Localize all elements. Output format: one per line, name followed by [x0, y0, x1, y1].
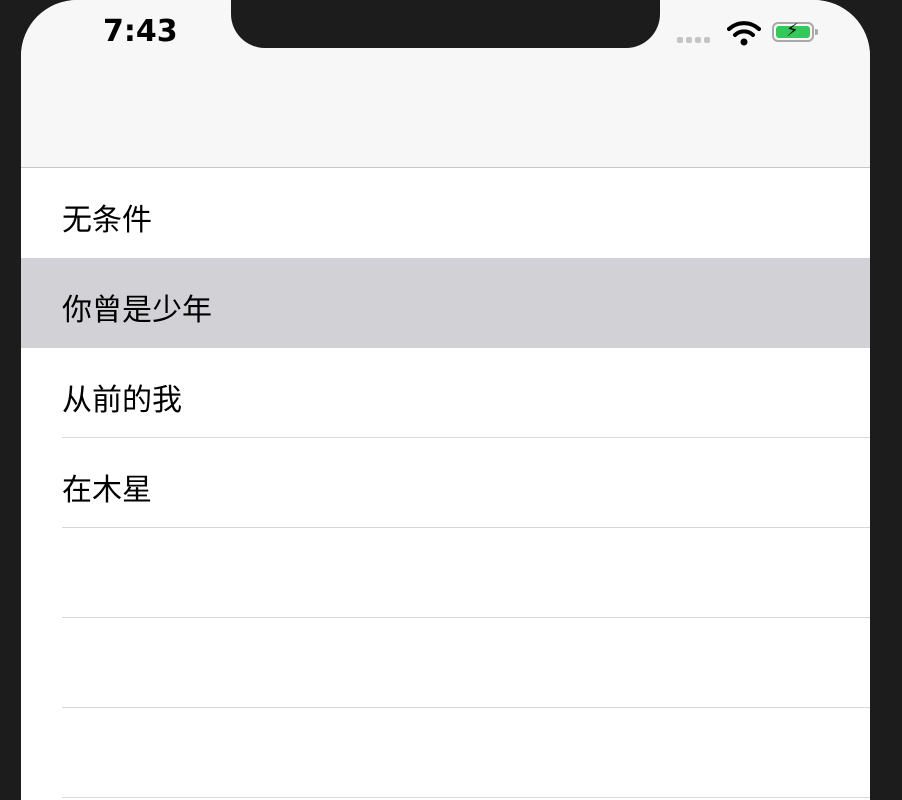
list-item[interactable] — [21, 618, 870, 708]
list-item[interactable] — [21, 708, 870, 798]
song-list: 无条件你曾是少年从前的我在木星 — [21, 168, 870, 798]
list-item-label: 你曾是少年 — [62, 293, 212, 328]
notch — [231, 0, 660, 48]
list-item[interactable]: 在木星 — [21, 438, 870, 528]
row-separator — [62, 797, 870, 798]
list-item[interactable]: 你曾是少年 — [21, 258, 870, 348]
status-time: 7:43 — [103, 14, 178, 49]
list-item-label: 无条件 — [62, 203, 152, 238]
list-item[interactable] — [21, 528, 870, 618]
phone-screen: 7:43 ⚡ 无条件你曾是少年从前的我在木星 — [21, 0, 870, 800]
battery-charging-icon: ⚡ — [772, 20, 818, 42]
list-item-label: 从前的我 — [62, 383, 182, 418]
wifi-icon — [727, 21, 761, 46]
list-item-label: 在木星 — [62, 473, 152, 508]
list-item[interactable]: 从前的我 — [21, 348, 870, 438]
cellular-signal-icon — [677, 37, 710, 43]
list-item[interactable]: 无条件 — [21, 168, 870, 258]
